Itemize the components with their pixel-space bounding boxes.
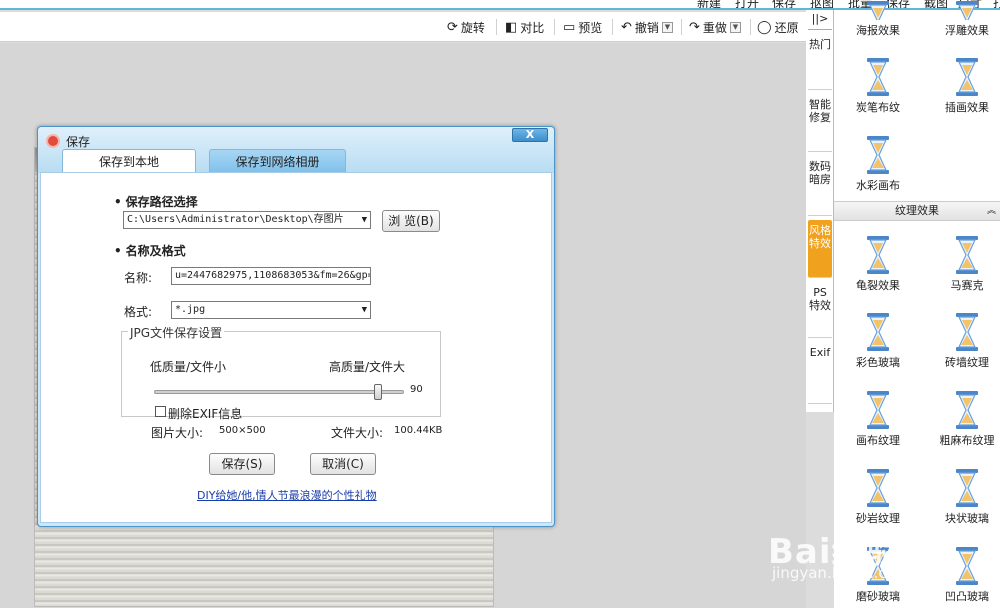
effect-emboss[interactable]: 浮雕效果: [912, 0, 1000, 38]
promo-link[interactable]: DIY给她/他,情人节最浪漫的个性礼物: [197, 487, 377, 503]
file-size-label: 文件大小:: [331, 426, 384, 440]
tab-save-local[interactable]: 保存到本地: [62, 149, 196, 173]
effect-mosaic[interactable]: 马赛克: [912, 235, 1000, 293]
hourglass-icon: [954, 0, 980, 20]
compare-label: 对比: [520, 20, 545, 35]
name-label: 名称:: [124, 271, 153, 285]
hourglass-icon: [954, 390, 980, 430]
category-label: 纹理效果: [895, 204, 939, 217]
save-dialog: 保存 X 保存到本地 保存到网络相册 保存路径选择 C:\Users\Admin…: [37, 126, 555, 527]
delete-exif-checkbox[interactable]: [155, 406, 166, 417]
preview-icon: ▭: [563, 19, 576, 35]
dialog-body: 保存路径选择 C:\Users\Administrator\Desktop\存图…: [40, 172, 552, 523]
hourglass-icon: [865, 57, 891, 97]
effects-panel: 海报效果 浮雕效果 炭笔布纹 插画效果 水彩画布 纹理效果 ︽ 龟裂效果 马赛克…: [834, 0, 1000, 608]
redo-button[interactable]: ↷ 重做 ▼: [689, 18, 741, 36]
undo-icon: ↶: [621, 19, 632, 35]
save-path-select[interactable]: C:\Users\Administrator\Desktop\存图片 ▼: [123, 211, 371, 229]
preview-label: 预览: [578, 20, 603, 35]
jpg-settings-title: JPG文件保存设置: [128, 324, 225, 341]
low-quality-label: 低质量/文件小: [150, 360, 227, 374]
hourglass-icon: [865, 468, 891, 508]
effect-block-glass[interactable]: 块状玻璃: [912, 468, 1000, 526]
chevron-down-icon: ▼: [361, 305, 367, 315]
jpg-settings-group: JPG文件保存设置 低质量/文件小 高质量/文件大 90 删除EXIF信息: [121, 324, 441, 421]
cancel-button[interactable]: 取消(C): [310, 453, 376, 475]
menu-new[interactable]: 新建: [697, 0, 721, 8]
app-logo-icon: [46, 134, 60, 148]
hourglass-icon: [865, 235, 891, 275]
file-name-input[interactable]: u=2447682975,1108683053&fm=26&gp=0_: [171, 267, 371, 285]
undo-label: 撤销: [634, 20, 659, 35]
toolbar-divider: [496, 19, 497, 35]
quality-slider[interactable]: [154, 384, 404, 400]
redo-icon: ↷: [689, 19, 700, 35]
effect-label: 浮雕效果: [945, 24, 989, 37]
image-size-value: 500×500: [219, 425, 266, 436]
rotate-icon: ⟳: [447, 19, 458, 35]
preview-button[interactable]: ▭ 预览: [563, 18, 602, 36]
toolbar: ⟳ 旋转 ◧ 对比 ▭ 预览 ↶ 撤销 ▼ ↷ 重做 ▼ ◯ 还原: [0, 12, 806, 42]
effect-burlap[interactable]: 粗麻布纹理: [912, 390, 1000, 448]
redo-dropdown-icon[interactable]: ▼: [729, 21, 741, 33]
path-section-title: 保存路径选择: [114, 193, 198, 210]
undo-dropdown-icon[interactable]: ▼: [661, 21, 673, 33]
toolbar-divider: [750, 19, 751, 35]
effect-watercolor[interactable]: 水彩画布: [823, 135, 933, 193]
format-select[interactable]: *.jpg ▼: [171, 301, 371, 319]
format-value: *.jpg: [175, 304, 206, 315]
name-section-title: 名称及格式: [114, 242, 186, 259]
redo-label: 重做: [702, 20, 727, 35]
browse-button[interactable]: 浏 览(B): [382, 210, 440, 232]
effect-label: 插画效果: [945, 101, 989, 114]
effect-label: 粗麻布纹理: [939, 434, 995, 447]
hourglass-icon: [954, 468, 980, 508]
effect-illustration[interactable]: 插画效果: [912, 57, 1000, 115]
high-quality-label: 高质量/文件大: [329, 360, 406, 374]
restore-button[interactable]: ◯ 还原: [757, 18, 799, 36]
effect-label: 马赛克: [950, 279, 984, 292]
hourglass-icon: [865, 0, 891, 20]
dialog-title: 保存: [66, 135, 91, 149]
save-button[interactable]: 保存(S): [209, 453, 275, 475]
texture-category-header[interactable]: 纹理效果 ︽: [834, 201, 1000, 221]
hourglass-icon: [865, 312, 891, 352]
hourglass-icon: [865, 135, 891, 175]
tab-save-album[interactable]: 保存到网络相册: [209, 149, 346, 173]
format-label: 格式:: [124, 305, 153, 319]
effect-label: 水彩画布: [856, 179, 900, 192]
hourglass-icon: [954, 57, 980, 97]
hourglass-icon: [954, 312, 980, 352]
sidebar-item-label: 热门: [809, 38, 831, 51]
watermark-url: jingyan.baidu.com: [772, 564, 911, 582]
toolbar-divider: [554, 19, 555, 35]
hourglass-icon: [954, 235, 980, 275]
collapse-chevron-icon[interactable]: ︽: [987, 202, 996, 220]
image-size-label: 图片大小:: [151, 426, 204, 440]
compare-button[interactable]: ◧ 对比: [505, 18, 544, 36]
effect-label: 砖墙纹理: [945, 356, 989, 369]
delete-exif-label: 删除EXIF信息: [168, 407, 243, 421]
file-size-value: 100.44KB: [394, 425, 443, 436]
rotate-button[interactable]: ⟳ 旋转: [447, 18, 485, 36]
quality-slider-thumb[interactable]: [374, 384, 383, 400]
rotate-label: 旋转: [460, 20, 485, 35]
menu-open[interactable]: 打开: [735, 0, 759, 8]
close-button[interactable]: X: [512, 128, 548, 142]
save-path-value: C:\Users\Administrator\Desktop\存图片: [127, 214, 344, 225]
chevron-down-icon: ▼: [361, 215, 367, 225]
toolbar-divider: [612, 19, 613, 35]
restore-label: 还原: [774, 20, 799, 35]
toolbar-divider: [681, 19, 682, 35]
undo-button[interactable]: ↶ 撤销 ▼: [621, 18, 673, 36]
baidu-watermark: Bai经验 jingyan.baidu.com: [768, 524, 1000, 594]
hourglass-icon: [865, 390, 891, 430]
menu-save[interactable]: 保存: [772, 0, 796, 8]
compare-icon: ◧: [505, 19, 518, 35]
restore-icon: ◯: [757, 19, 772, 35]
quality-value: 90: [410, 384, 423, 395]
effect-brick[interactable]: 砖墙纹理: [912, 312, 1000, 370]
